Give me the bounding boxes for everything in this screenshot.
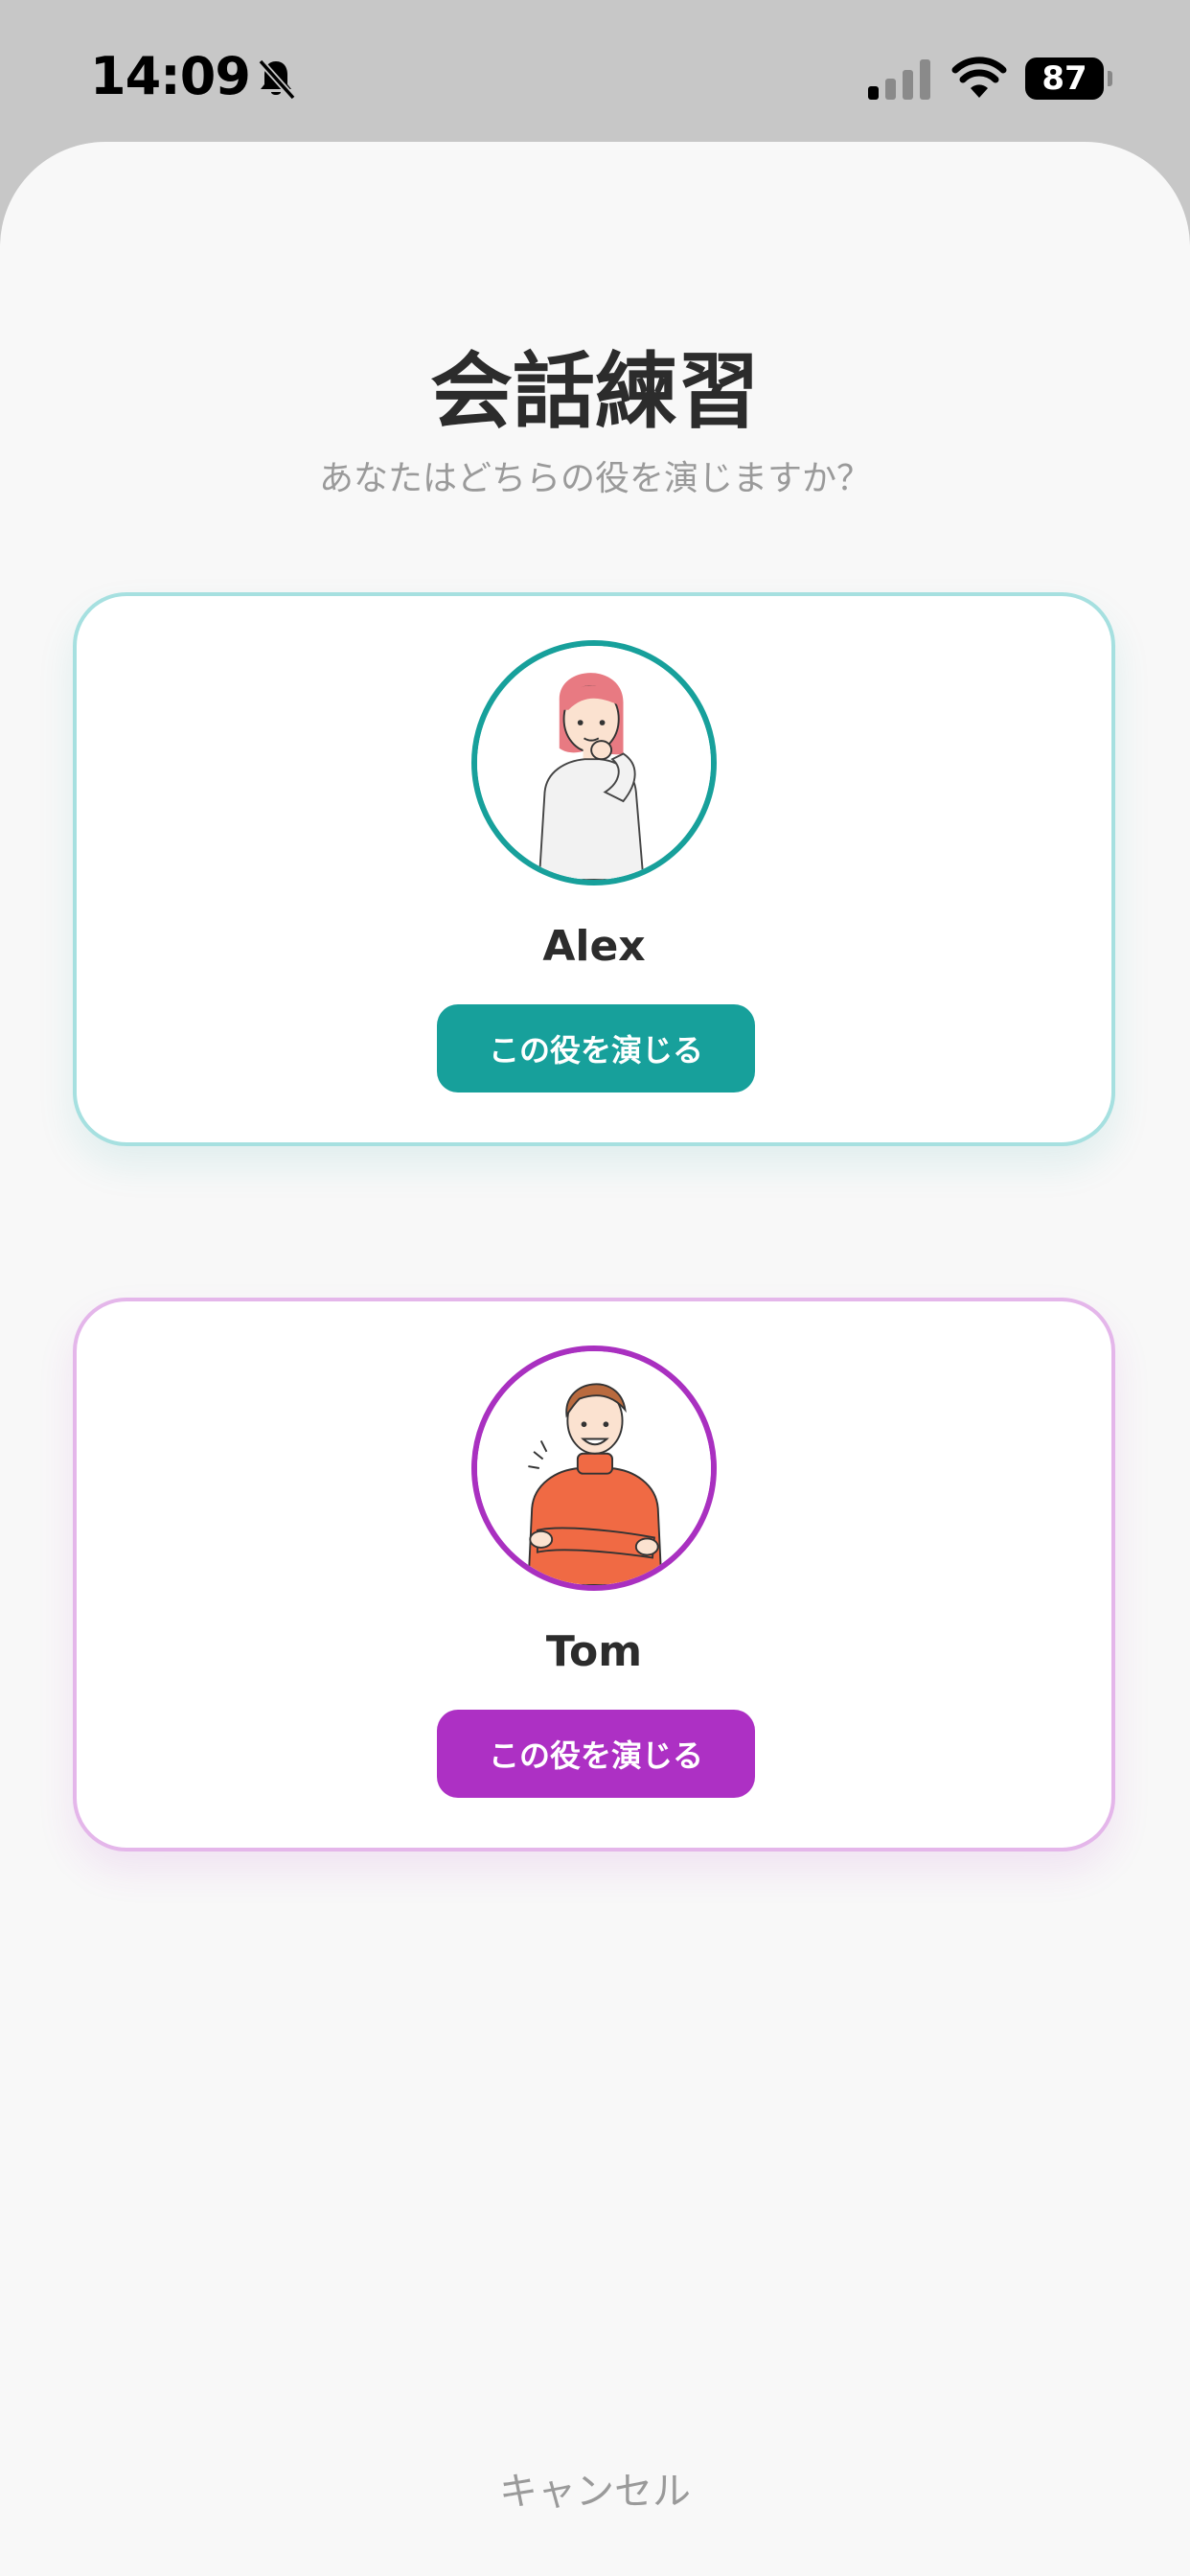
- role-card-tom[interactable]: Tom この役を演じる: [73, 1298, 1115, 1852]
- page-subtitle: あなたはどちらの役を演じますか？: [318, 459, 871, 498]
- page-title: 会話練習: [430, 344, 760, 440]
- woman-avatar-illustration: [477, 646, 711, 880]
- play-role-button-alex[interactable]: この役を演じる: [437, 1004, 755, 1092]
- play-role-button-tom[interactable]: この役を演じる: [437, 1710, 755, 1798]
- cellular-signal-icon: [868, 59, 930, 100]
- role-name: Tom: [545, 1627, 643, 1676]
- role-card-alex[interactable]: Alex この役を演じる: [73, 592, 1115, 1146]
- avatar-alex: [471, 640, 717, 886]
- cancel-button[interactable]: キャンセル: [451, 2451, 739, 2524]
- wifi-icon: [951, 57, 1007, 98]
- role-name: Alex: [542, 922, 646, 971]
- role-selection-sheet: 会話練習 あなたはどちらの役を演じますか？ Alex この役を演じる Tom こ…: [0, 142, 1190, 2576]
- avatar-tom: [471, 1346, 717, 1591]
- bell-slash-icon: [258, 58, 296, 101]
- battery-indicator: 87: [1025, 58, 1113, 100]
- status-time: 14:09: [90, 46, 251, 106]
- status-bar: 14:09 87: [0, 0, 1190, 144]
- battery-cap: [1108, 71, 1112, 86]
- man-avatar-illustration: [477, 1351, 711, 1585]
- battery-level: 87: [1025, 58, 1104, 100]
